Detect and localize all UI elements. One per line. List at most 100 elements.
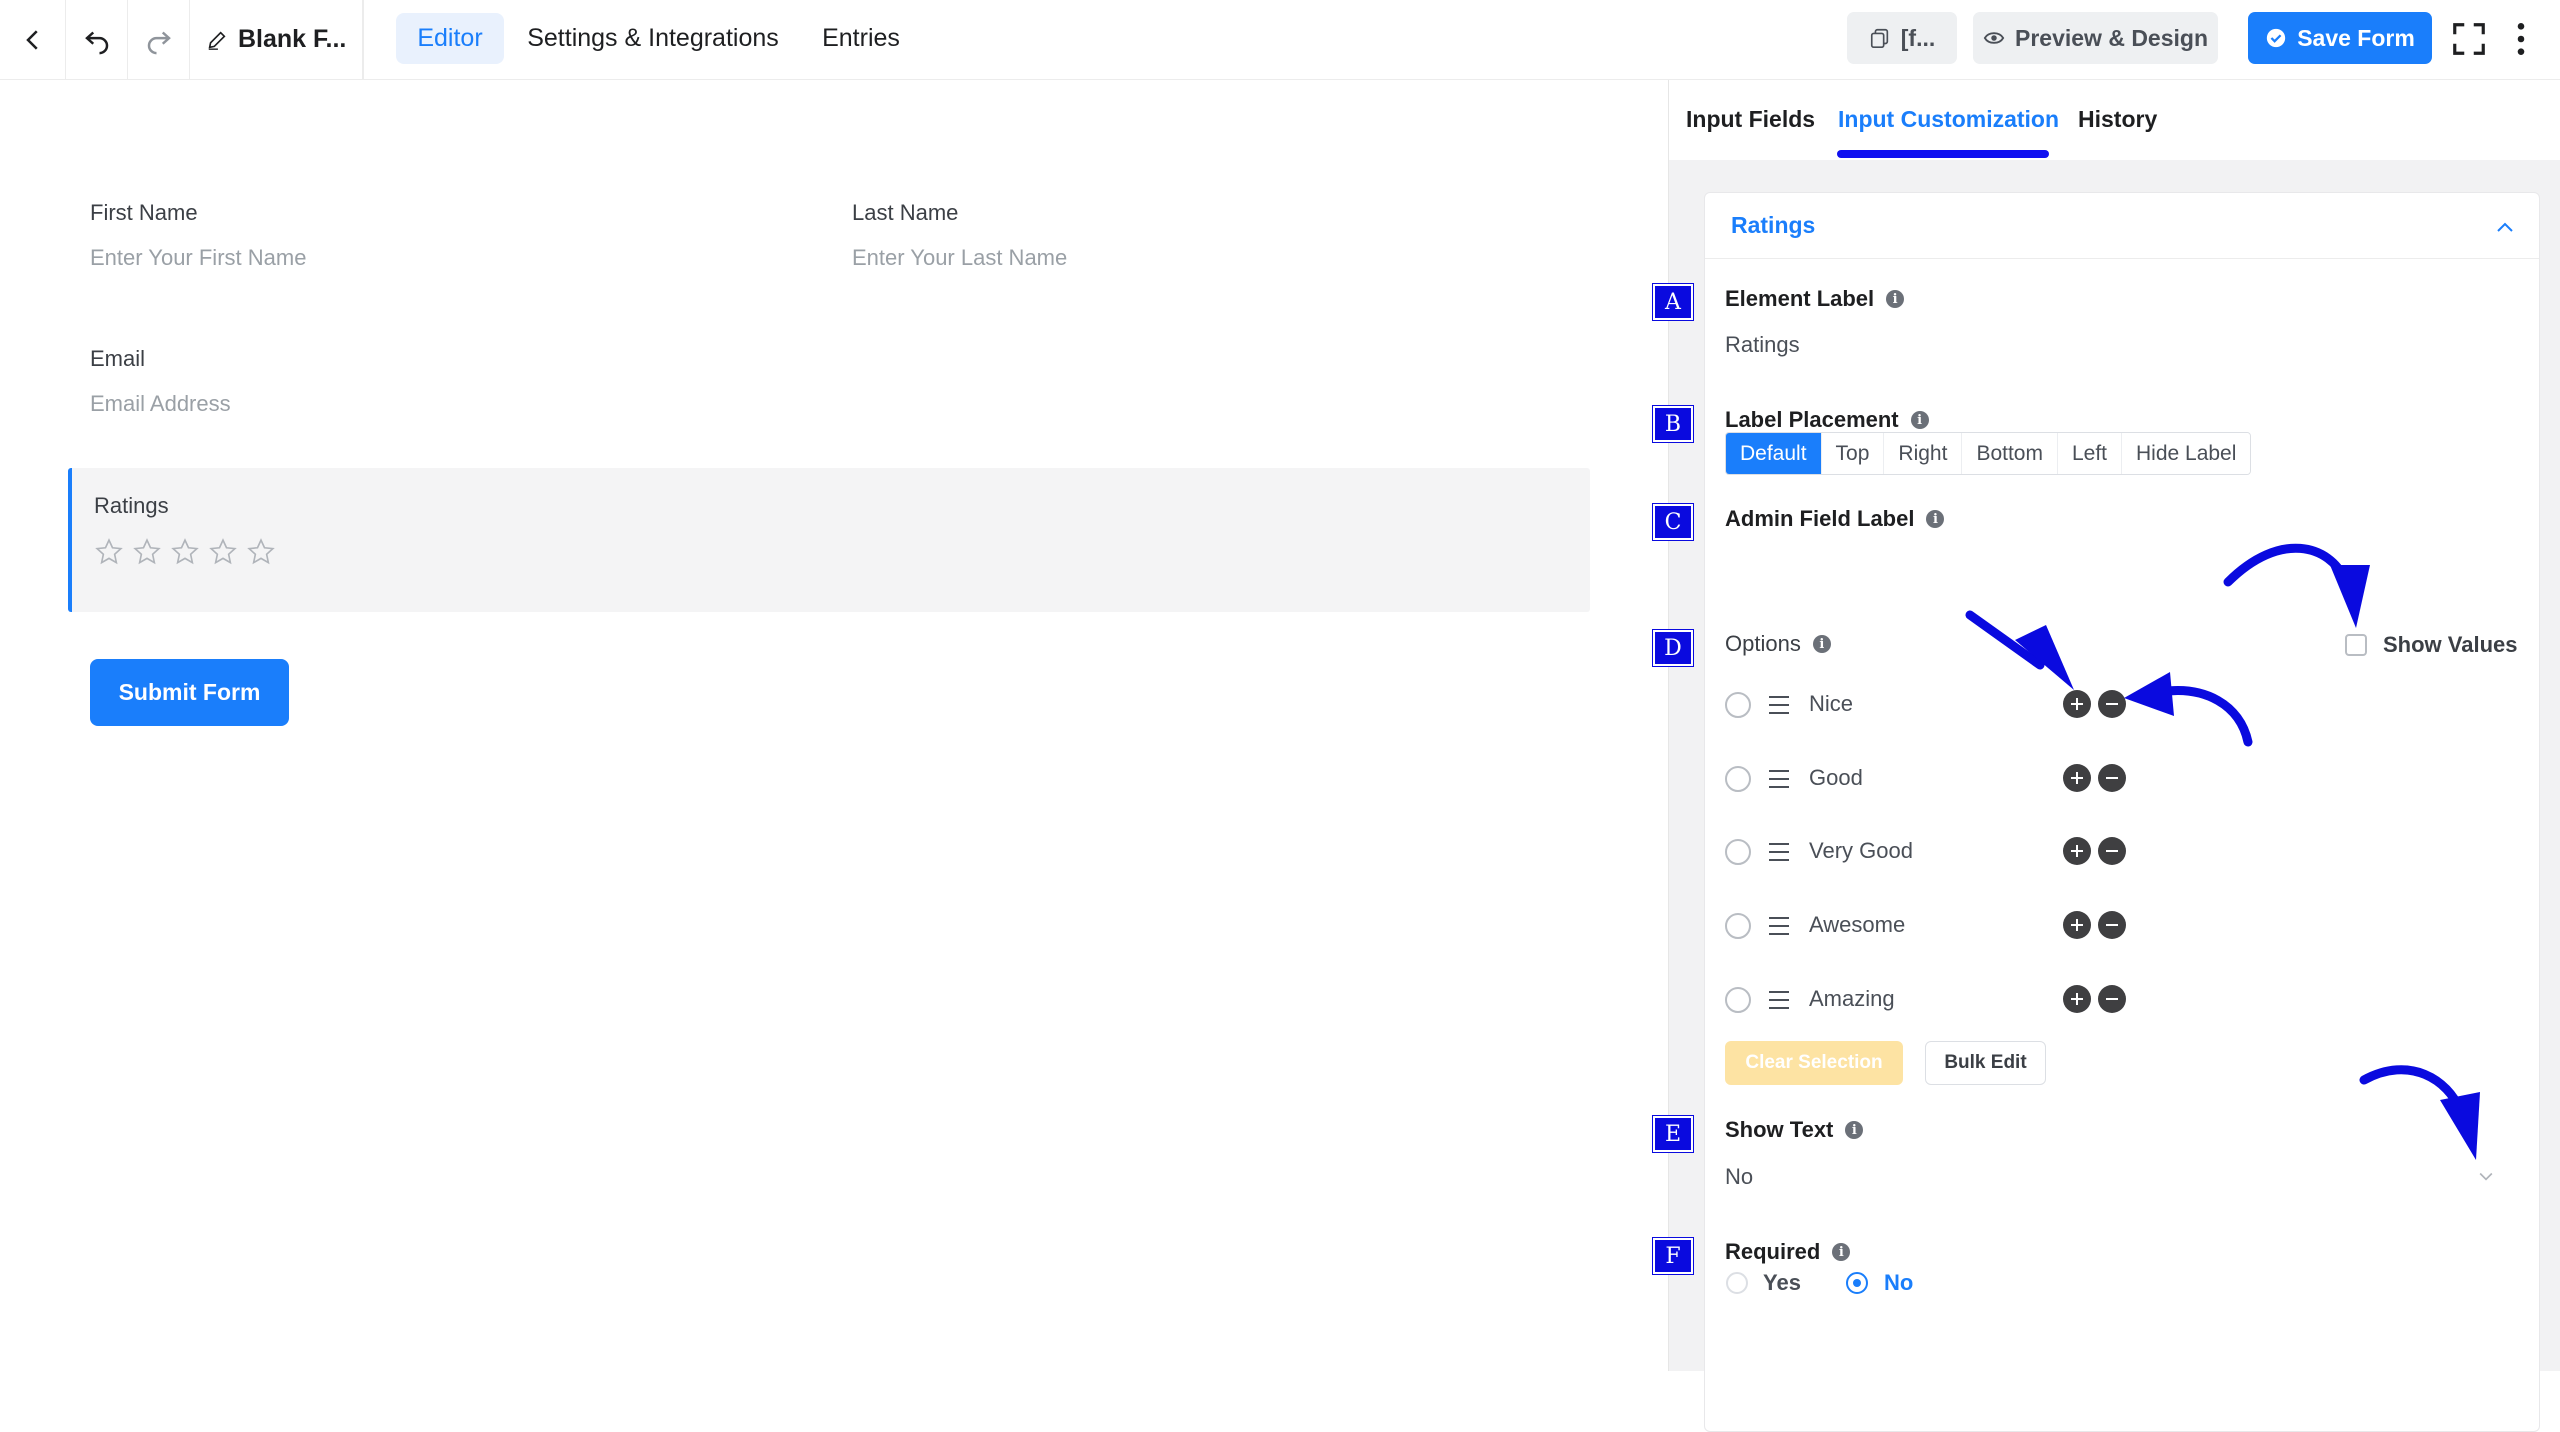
bulk-edit-button[interactable]: Bulk Edit [1925,1041,2046,1085]
minus-icon [2106,777,2118,779]
add-option-button[interactable] [2063,690,2091,718]
save-form-button[interactable]: Save Form [2248,12,2432,64]
remove-option-button[interactable] [2098,690,2126,718]
show-values-checkbox[interactable] [2345,634,2367,656]
preview-design-text: Preview & Design [2014,24,2209,51]
placement-option-left[interactable]: Left [2057,433,2122,474]
email-field[interactable]: Email Address [90,391,231,417]
drag-handle-icon[interactable] [1767,989,1791,1011]
option-label-input[interactable]: Very Good [1809,838,1913,864]
ratings-stars[interactable] [94,537,276,567]
add-option-button[interactable] [2063,837,2091,865]
plus-icon [2071,698,2083,710]
tab-editor[interactable]: Editor [396,13,504,64]
tab-history[interactable]: History [2078,106,2157,133]
placement-option-top[interactable]: Top [1821,433,1885,474]
undo-button[interactable] [66,0,128,79]
option-row: Awesome [1725,911,1905,941]
drag-handle-icon[interactable] [1767,841,1791,863]
element-label-text: Element Label [1725,286,1875,311]
label-placement-heading: Label Placement i [1725,407,1929,433]
star-icon[interactable] [170,537,200,567]
info-icon[interactable]: i [1910,411,1929,429]
option-label-input[interactable]: Good [1809,765,1863,791]
star-icon[interactable] [132,537,162,567]
drag-handle-icon[interactable] [1767,915,1791,937]
minus-icon [2106,924,2118,926]
more-vertical-icon [2517,23,2525,55]
preview-design-button[interactable]: Preview & Design [1973,12,2218,64]
option-row: Nice [1725,690,1853,720]
placement-option-default[interactable]: Default [1726,433,1822,474]
placement-option-hide-label[interactable]: Hide Label [2122,433,2251,474]
option-default-radio[interactable] [1725,913,1751,939]
element-label-input[interactable]: Ratings [1725,332,1800,358]
add-option-button[interactable] [2063,985,2091,1013]
first-name-field[interactable]: Enter Your First Name [90,245,306,271]
required-yes-label[interactable]: Yes [1763,1270,1801,1296]
plus-icon [2071,772,2083,784]
tab-settings-integrations[interactable]: Settings & Integrations [514,13,792,64]
show-text-label: Show Text [1725,1117,1834,1142]
info-icon[interactable]: i [1886,290,1905,308]
star-icon[interactable] [246,537,276,567]
star-icon[interactable] [208,537,238,567]
option-label-input[interactable]: Amazing [1809,986,1895,1012]
chevron-down-icon[interactable] [2476,1166,2496,1186]
option-default-radio[interactable] [1725,839,1751,865]
star-icon[interactable] [94,537,124,567]
admin-field-label-input[interactable] [1725,540,2505,586]
drag-handle-icon[interactable] [1767,768,1791,790]
add-option-button[interactable] [2063,764,2091,792]
eye-icon [1983,32,2005,44]
redo-button[interactable] [128,0,190,79]
card-title: Ratings [1731,212,1816,238]
placement-option-right[interactable]: Right [1884,433,1963,474]
chevron-up-icon[interactable] [2493,215,2517,239]
info-icon[interactable]: i [1926,510,1945,528]
show-values-label[interactable]: Show Values [2383,632,2518,658]
option-default-radio[interactable] [1725,692,1751,718]
required-no-label[interactable]: No [1884,1270,1913,1296]
fullscreen-icon [2453,23,2485,55]
required-no-radio[interactable] [1846,1272,1868,1294]
clear-selection-button[interactable]: Clear Selection [1725,1041,1903,1085]
fullscreen-button[interactable] [2450,20,2488,58]
option-default-radio[interactable] [1725,987,1751,1013]
annotation-badge-f: F [1653,1238,1693,1274]
more-menu-button[interactable] [2506,20,2536,58]
shortcode-button[interactable]: [f... [1847,12,1957,64]
remove-option-button[interactable] [2098,985,2126,1013]
option-default-radio[interactable] [1725,766,1751,792]
label-placement-segmented: Default Top Right Bottom Left Hide Label [1725,432,2252,475]
tab-input-fields[interactable]: Input Fields [1686,106,1815,133]
submit-form-button[interactable]: Submit Form [90,659,289,726]
option-label-input[interactable]: Nice [1809,691,1853,717]
add-option-button[interactable] [2063,911,2091,939]
info-icon[interactable]: i [1832,1243,1851,1261]
ratings-field-selected[interactable] [68,468,1590,612]
show-text-select[interactable]: No [1725,1164,1753,1190]
remove-option-button[interactable] [2098,911,2126,939]
required-yes-radio[interactable] [1726,1272,1748,1294]
back-button[interactable] [0,0,66,79]
tab-entries[interactable]: Entries [806,13,916,64]
option-label-input[interactable]: Awesome [1809,912,1905,938]
plus-icon [2071,845,2083,857]
remove-option-button[interactable] [2098,764,2126,792]
annotation-badge-d: D [1653,630,1693,666]
first-name-label: First Name [90,200,198,225]
drag-handle-icon[interactable] [1767,694,1791,716]
admin-field-label-heading: Admin Field Label i [1725,506,1945,532]
form-title[interactable]: Blank F... [190,0,363,79]
remove-option-button[interactable] [2098,837,2126,865]
plus-icon [2071,993,2083,1005]
last-name-field[interactable]: Enter Your Last Name [852,245,1067,271]
info-icon[interactable]: i [1845,1121,1864,1139]
placement-option-bottom[interactable]: Bottom [1962,433,2058,474]
card-header[interactable]: Ratings [1705,193,2539,259]
info-icon[interactable]: i [1812,635,1831,653]
chevron-left-icon [25,29,38,50]
option-row: Good [1725,764,1863,794]
tab-input-customization[interactable]: Input Customization [1838,106,2059,133]
